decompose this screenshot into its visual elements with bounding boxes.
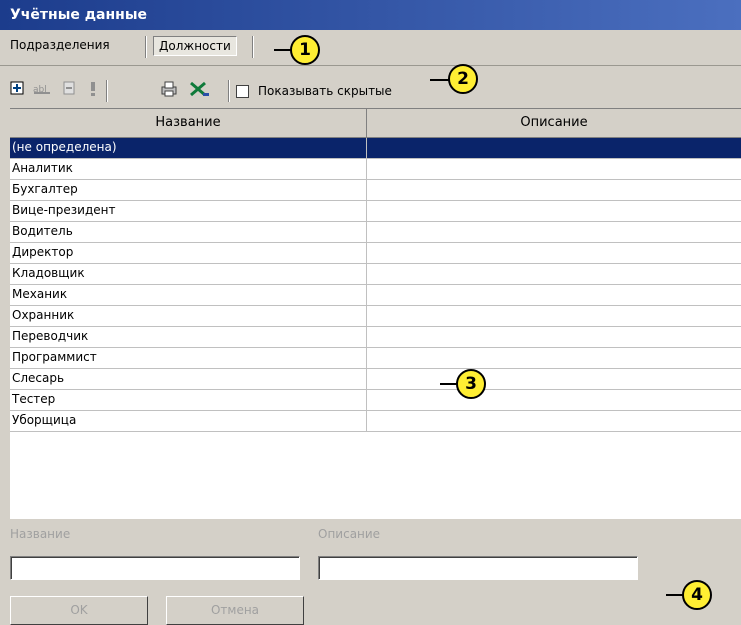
add-icon[interactable] — [8, 81, 26, 99]
table-row[interactable]: Тестер — [10, 390, 741, 411]
column-divider — [366, 411, 367, 432]
column-divider — [366, 201, 367, 222]
show-hidden-checkbox[interactable] — [236, 85, 249, 98]
cell-name: Тестер — [12, 392, 56, 406]
cell-name: Охранник — [12, 308, 75, 322]
window-title: Учётные данные — [0, 0, 741, 30]
name-field-label: Название — [10, 527, 71, 541]
cell-name: Переводчик — [12, 329, 89, 343]
callout-badge: 2 — [448, 64, 478, 94]
column-divider — [366, 159, 367, 180]
description-field-label: Описание — [318, 527, 381, 541]
callout-badge: 4 — [682, 580, 712, 610]
tab-separator — [252, 36, 254, 58]
table-row[interactable]: Директор — [10, 243, 741, 264]
column-header-name[interactable]: Название — [10, 109, 367, 137]
table-row[interactable]: Уборщица — [10, 411, 741, 432]
column-divider — [366, 306, 367, 327]
positions-table: Название Описание (не определена) Аналити… — [10, 108, 741, 519]
cell-name: Бухгалтер — [12, 182, 78, 196]
column-divider — [366, 369, 367, 390]
cancel-button[interactable]: Отмена — [166, 596, 304, 625]
column-divider — [366, 264, 367, 285]
name-field[interactable] — [10, 556, 300, 580]
table-row[interactable]: Охранник — [10, 306, 741, 327]
callout-pointer — [430, 79, 450, 81]
callout-badge: 3 — [456, 369, 486, 399]
print-icon[interactable] — [160, 81, 178, 99]
table-row[interactable]: Аналитик — [10, 159, 741, 180]
table-header: Название Описание — [10, 109, 741, 138]
edit-icon[interactable]: abl — [33, 81, 51, 99]
cell-name: Вице-президент — [12, 203, 116, 217]
cell-name: Программист — [12, 350, 97, 364]
column-divider — [366, 243, 367, 264]
tab-departments[interactable]: Подразделения — [10, 38, 110, 52]
column-divider — [366, 222, 367, 243]
column-divider — [366, 348, 367, 369]
tab-separator — [145, 36, 147, 58]
column-divider — [366, 180, 367, 201]
table-row[interactable]: Механик — [10, 285, 741, 306]
toolbar-separator — [106, 80, 108, 102]
cell-name: Слесарь — [12, 371, 65, 385]
column-divider — [366, 390, 367, 411]
column-header-description[interactable]: Описание — [367, 109, 741, 137]
info-icon[interactable] — [84, 81, 102, 99]
table-row[interactable]: Кладовщик — [10, 264, 741, 285]
table-row[interactable]: (не определена) — [10, 138, 741, 159]
table-row[interactable]: Переводчик — [10, 327, 741, 348]
cell-name: Уборщица — [12, 413, 77, 427]
table-row[interactable]: Водитель — [10, 222, 741, 243]
cell-name: Механик — [12, 287, 68, 301]
description-field[interactable] — [318, 556, 638, 580]
cell-name: Директор — [12, 245, 74, 259]
cell-name: (не определена) — [12, 140, 117, 154]
show-hidden-label: Показывать скрытые — [258, 84, 392, 98]
column-divider — [366, 327, 367, 348]
callout-badge: 1 — [290, 35, 320, 65]
delete-icon[interactable] — [60, 81, 78, 99]
excel-icon[interactable] — [189, 81, 209, 99]
table-row[interactable]: Программист — [10, 348, 741, 369]
cell-name: Аналитик — [12, 161, 73, 175]
table-row[interactable]: Вице-президент — [10, 201, 741, 222]
table-row[interactable]: Бухгалтер — [10, 180, 741, 201]
tab-positions[interactable]: Должности — [153, 36, 237, 56]
cell-name: Кладовщик — [12, 266, 85, 280]
toolbar-separator — [228, 80, 230, 102]
tab-bar: Подразделения Должности — [0, 30, 741, 66]
cell-name: Водитель — [12, 224, 73, 238]
column-divider — [366, 138, 367, 159]
table-row[interactable]: Слесарь — [10, 369, 741, 390]
toolbar: abl Показывать скрытые — [0, 76, 741, 106]
ok-button[interactable]: OK — [10, 596, 148, 625]
column-divider — [366, 285, 367, 306]
